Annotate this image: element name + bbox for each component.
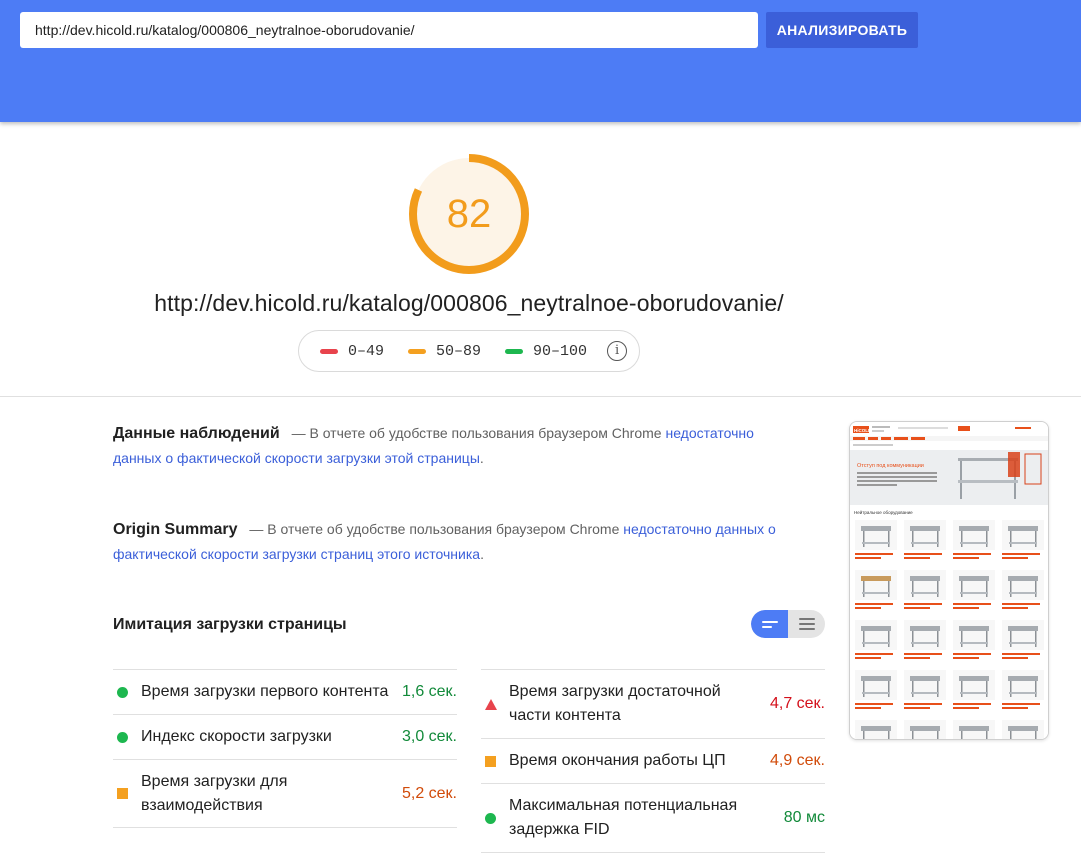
metrics-left-column: Время загрузки первого контента 1,6 сек.… xyxy=(113,669,457,828)
field-data-text: — В отчете об удобстве пользования брауз… xyxy=(291,425,662,441)
metric-value: 4,7 сек. xyxy=(769,695,825,712)
legend-item-average: 50–89 xyxy=(408,343,481,360)
origin-summary-title: Origin Summary xyxy=(113,521,238,538)
metric-first-meaningful-paint: Время загрузки достаточной части контент… xyxy=(481,669,825,738)
origin-summary-text: — В отчете об удобстве пользования брауз… xyxy=(249,521,620,537)
average-square-icon xyxy=(117,788,128,799)
metric-value: 80 мс xyxy=(783,809,825,826)
metric-label: Максимальная потенциальная задержка FID xyxy=(509,797,738,838)
view-list-icon[interactable] xyxy=(788,610,825,638)
section-divider xyxy=(0,396,1081,397)
metric-label: Индекс скорости загрузки xyxy=(141,728,332,745)
metric-label: Время загрузки первого контента xyxy=(141,683,389,700)
metric-value: 3,0 сек. xyxy=(401,728,457,745)
origin-summary-section: Origin Summary — В отчете об удобстве по… xyxy=(113,517,778,566)
metrics-view-toggle xyxy=(751,610,825,638)
info-icon[interactable]: i xyxy=(607,341,628,361)
analyze-button[interactable]: АНАЛИЗИРОВАТЬ xyxy=(766,12,918,48)
pass-dot-icon xyxy=(117,731,128,743)
metric-first-cpu-idle: Время окончания работы ЦП 4,9 сек. xyxy=(481,738,825,783)
page-screenshot-thumbnail: HiCOLD Отступ под коммуникации Нейтральн… xyxy=(849,421,1049,740)
metric-label: Время загрузки достаточной части контент… xyxy=(509,683,721,724)
thumb-logo: HiCOLD xyxy=(854,428,872,433)
metric-speed-index: Индекс скорости загрузки 3,0 сек. xyxy=(113,714,457,759)
metric-value: 1,6 сек. xyxy=(401,683,457,700)
field-data-section: Данные наблюдений — В отчете об удобстве… xyxy=(113,421,778,470)
red-bar-icon xyxy=(320,348,338,354)
metric-value: 5,2 сек. xyxy=(401,784,457,802)
thumb-hero-title: Отступ под коммуникации xyxy=(857,463,924,469)
legend-range-label: 90–100 xyxy=(533,342,588,360)
metric-label: Время окончания работы ЦП xyxy=(509,752,726,769)
thumb-section-title: Нейтральное оборудование xyxy=(854,509,913,515)
top-bar: АНАЛИЗИРОВАТЬ xyxy=(0,0,1081,122)
performance-score-gauge: 82 xyxy=(407,152,531,276)
orange-bar-icon xyxy=(408,348,427,354)
metric-value: 4,9 сек. xyxy=(769,752,825,769)
field-data-title: Данные наблюдений xyxy=(113,425,280,442)
legend-range-label: 0–49 xyxy=(348,342,385,360)
metrics-right-column: Время загрузки достаточной части контент… xyxy=(481,669,825,853)
url-input[interactable] xyxy=(20,12,758,48)
legend-range-label: 50–89 xyxy=(436,342,482,360)
performance-score: 82 xyxy=(446,192,492,236)
score-legend: 0–49 50–89 90–100 i xyxy=(298,330,640,372)
metric-label: Время загрузки для взаимодействия xyxy=(141,772,288,814)
punctuation: . xyxy=(480,546,484,562)
pass-dot-icon xyxy=(117,686,128,698)
metric-max-potential-fid: Максимальная потенциальная задержка FID … xyxy=(481,783,825,853)
analyzed-url: http://dev.hicold.ru/katalog/000806_neyt… xyxy=(154,290,784,316)
green-bar-icon xyxy=(505,348,524,354)
lab-data-title: Имитация загрузки страницы xyxy=(113,616,347,633)
metric-first-contentful-paint: Время загрузки первого контента 1,6 сек. xyxy=(113,669,457,714)
pass-dot-icon xyxy=(485,812,496,824)
average-square-icon xyxy=(485,755,496,767)
fail-triangle-icon xyxy=(485,698,497,710)
punctuation: . xyxy=(479,450,484,466)
legend-item-fail: 0–49 xyxy=(320,343,384,360)
view-compact-icon[interactable] xyxy=(751,610,788,638)
metric-time-to-interactive: Время загрузки для взаимодействия 5,2 се… xyxy=(113,759,457,828)
legend-item-pass: 90–100 xyxy=(505,343,587,360)
